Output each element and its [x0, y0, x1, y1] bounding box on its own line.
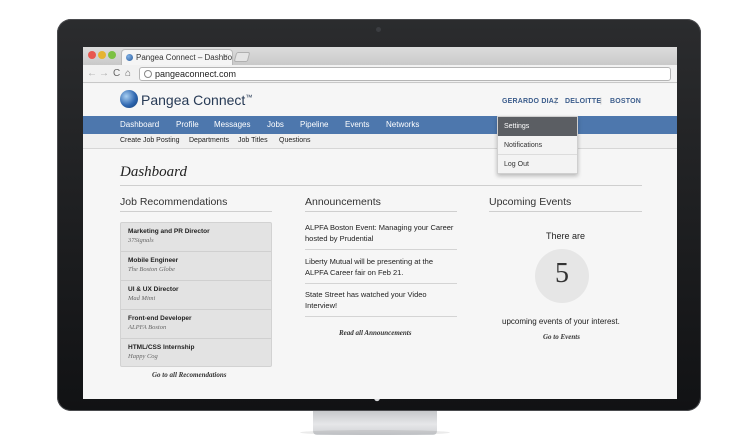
events-count: 5 [555, 258, 569, 289]
nav-profile[interactable]: Profile [176, 120, 199, 129]
events-count-badge: 5 [535, 249, 589, 303]
nav-events[interactable]: Events [345, 120, 369, 129]
title-divider [120, 185, 642, 186]
menu-item-notifications[interactable]: Notifications [498, 136, 577, 155]
page-title: Dashboard [120, 164, 187, 180]
job-item[interactable]: Mobile Engineer The Boston Globe [121, 252, 271, 281]
job-item[interactable]: Front-end Developer ALPFA Boston [121, 310, 271, 339]
nav-messages[interactable]: Messages [214, 120, 250, 129]
job-list: Marketing and PR Director 37Signals Mobi… [120, 222, 272, 367]
job-title: Marketing and PR Director [128, 228, 210, 235]
stand-shadow [300, 430, 450, 435]
sub-nav: Create Job Posting Departments Job Title… [83, 134, 677, 149]
job-title: UI & UX Director [128, 286, 179, 293]
job-title: Front-end Developer [128, 315, 192, 322]
logo-text: Pangea Connect [141, 92, 246, 108]
city-link[interactable]: BOSTON [610, 98, 641, 105]
camera-dot [376, 27, 381, 32]
user-name-link[interactable]: GERARDO DIAZ [502, 98, 558, 105]
organization-link[interactable]: DELOITTE [565, 98, 601, 105]
nav-pipeline[interactable]: Pipeline [300, 120, 328, 129]
nav-networks[interactable]: Networks [386, 120, 419, 129]
screen: Pangea Connect – Dashboa × ← → C ⌂ pange… [83, 47, 677, 399]
job-item[interactable]: Marketing and PR Director 37Signals [121, 223, 271, 252]
globe-icon [120, 90, 138, 108]
subnav-job-titles[interactable]: Job Titles [238, 137, 268, 144]
go-to-events-link[interactable]: Go to Events [543, 333, 580, 341]
web-page: Pangea Connect™ GERARDO DIAZ | DELOITTE … [83, 84, 677, 399]
all-recommendations-link[interactable]: Go to all Recomendations [152, 371, 226, 379]
address-bar[interactable]: pangeaconnect.com [139, 67, 671, 81]
announcement-item[interactable]: State Street has watched your Video Inte… [305, 289, 457, 317]
url-text: pangeaconnect.com [155, 69, 237, 79]
subnav-departments[interactable]: Departments [189, 137, 229, 144]
job-company: ALPFA Boston [128, 324, 167, 331]
forward-arrow-icon[interactable]: → [99, 67, 109, 81]
announcement-text: ALPFA Boston Event: Managing your Career… [305, 223, 454, 243]
job-company: Mad Mimi [128, 295, 156, 302]
column-divider [120, 211, 272, 212]
user-menu-dropdown: Settings Notifications Log Out [497, 116, 578, 174]
events-description: upcoming events of your interest. [502, 317, 620, 326]
nav-jobs[interactable]: Jobs [267, 120, 284, 129]
all-announcements-link[interactable]: Read all Announcements [339, 329, 411, 337]
header-separator: | [555, 98, 558, 105]
tab-title: Pangea Connect – Dashboa [136, 53, 233, 62]
trademark-mark: ™ [245, 94, 253, 102]
header-separator: | [600, 98, 603, 105]
main-nav: Dashboard Profile Messages Jobs Pipeline… [83, 116, 677, 134]
events-intro-text: There are [546, 231, 586, 241]
back-arrow-icon[interactable]: ← [87, 67, 97, 81]
browser-tabbar: Pangea Connect – Dashboa × [83, 47, 677, 65]
announcements-heading: Announcements [305, 196, 381, 208]
job-item[interactable]: HTML/CSS Internship Happy Cog [121, 339, 271, 368]
favicon-icon [126, 54, 133, 61]
menu-item-logout[interactable]: Log Out [498, 155, 577, 174]
announcement-item[interactable]: ALPFA Boston Event: Managing your Career… [305, 222, 457, 250]
job-company: Happy Cog [128, 353, 158, 360]
announcement-text: State Street has watched your Video Inte… [305, 290, 427, 310]
announcement-item[interactable]: Liberty Mutual will be presenting at the… [305, 256, 457, 284]
column-divider [305, 211, 457, 212]
home-icon[interactable]: ⌂ [125, 67, 131, 81]
monitor-mockup: ● Pangea Connect – Dashboa × ← → C ⌂ [0, 0, 750, 435]
monitor-bezel: ● Pangea Connect – Dashboa × ← → C ⌂ [57, 19, 701, 411]
browser-toolbar: ← → C ⌂ pangeaconnect.com [83, 65, 677, 83]
job-company: The Boston Globe [128, 266, 175, 273]
job-company: 37Signals [128, 237, 154, 244]
job-item[interactable]: UI & UX Director Mad Mimi [121, 281, 271, 310]
zoom-window-button[interactable] [108, 51, 116, 59]
page-info-icon [144, 70, 152, 78]
column-divider [489, 211, 642, 212]
browser-tab[interactable]: Pangea Connect – Dashboa × [121, 49, 233, 65]
tab-close-icon[interactable]: × [223, 52, 228, 61]
minimize-window-button[interactable] [98, 51, 106, 59]
close-window-button[interactable] [88, 51, 96, 59]
subnav-create-job-posting[interactable]: Create Job Posting [120, 137, 180, 144]
new-tab-button[interactable] [233, 52, 251, 62]
upcoming-events-heading: Upcoming Events [489, 196, 572, 208]
menu-item-settings[interactable]: Settings [498, 117, 577, 136]
announcement-text: Liberty Mutual will be presenting at the… [305, 257, 433, 277]
job-title: Mobile Engineer [128, 257, 179, 264]
subnav-questions[interactable]: Questions [279, 137, 311, 144]
nav-dashboard[interactable]: Dashboard [120, 120, 159, 129]
reload-icon[interactable]: C [113, 67, 120, 81]
job-title: HTML/CSS Internship [128, 344, 195, 351]
job-recommendations-heading: Job Recommendations [120, 196, 228, 208]
